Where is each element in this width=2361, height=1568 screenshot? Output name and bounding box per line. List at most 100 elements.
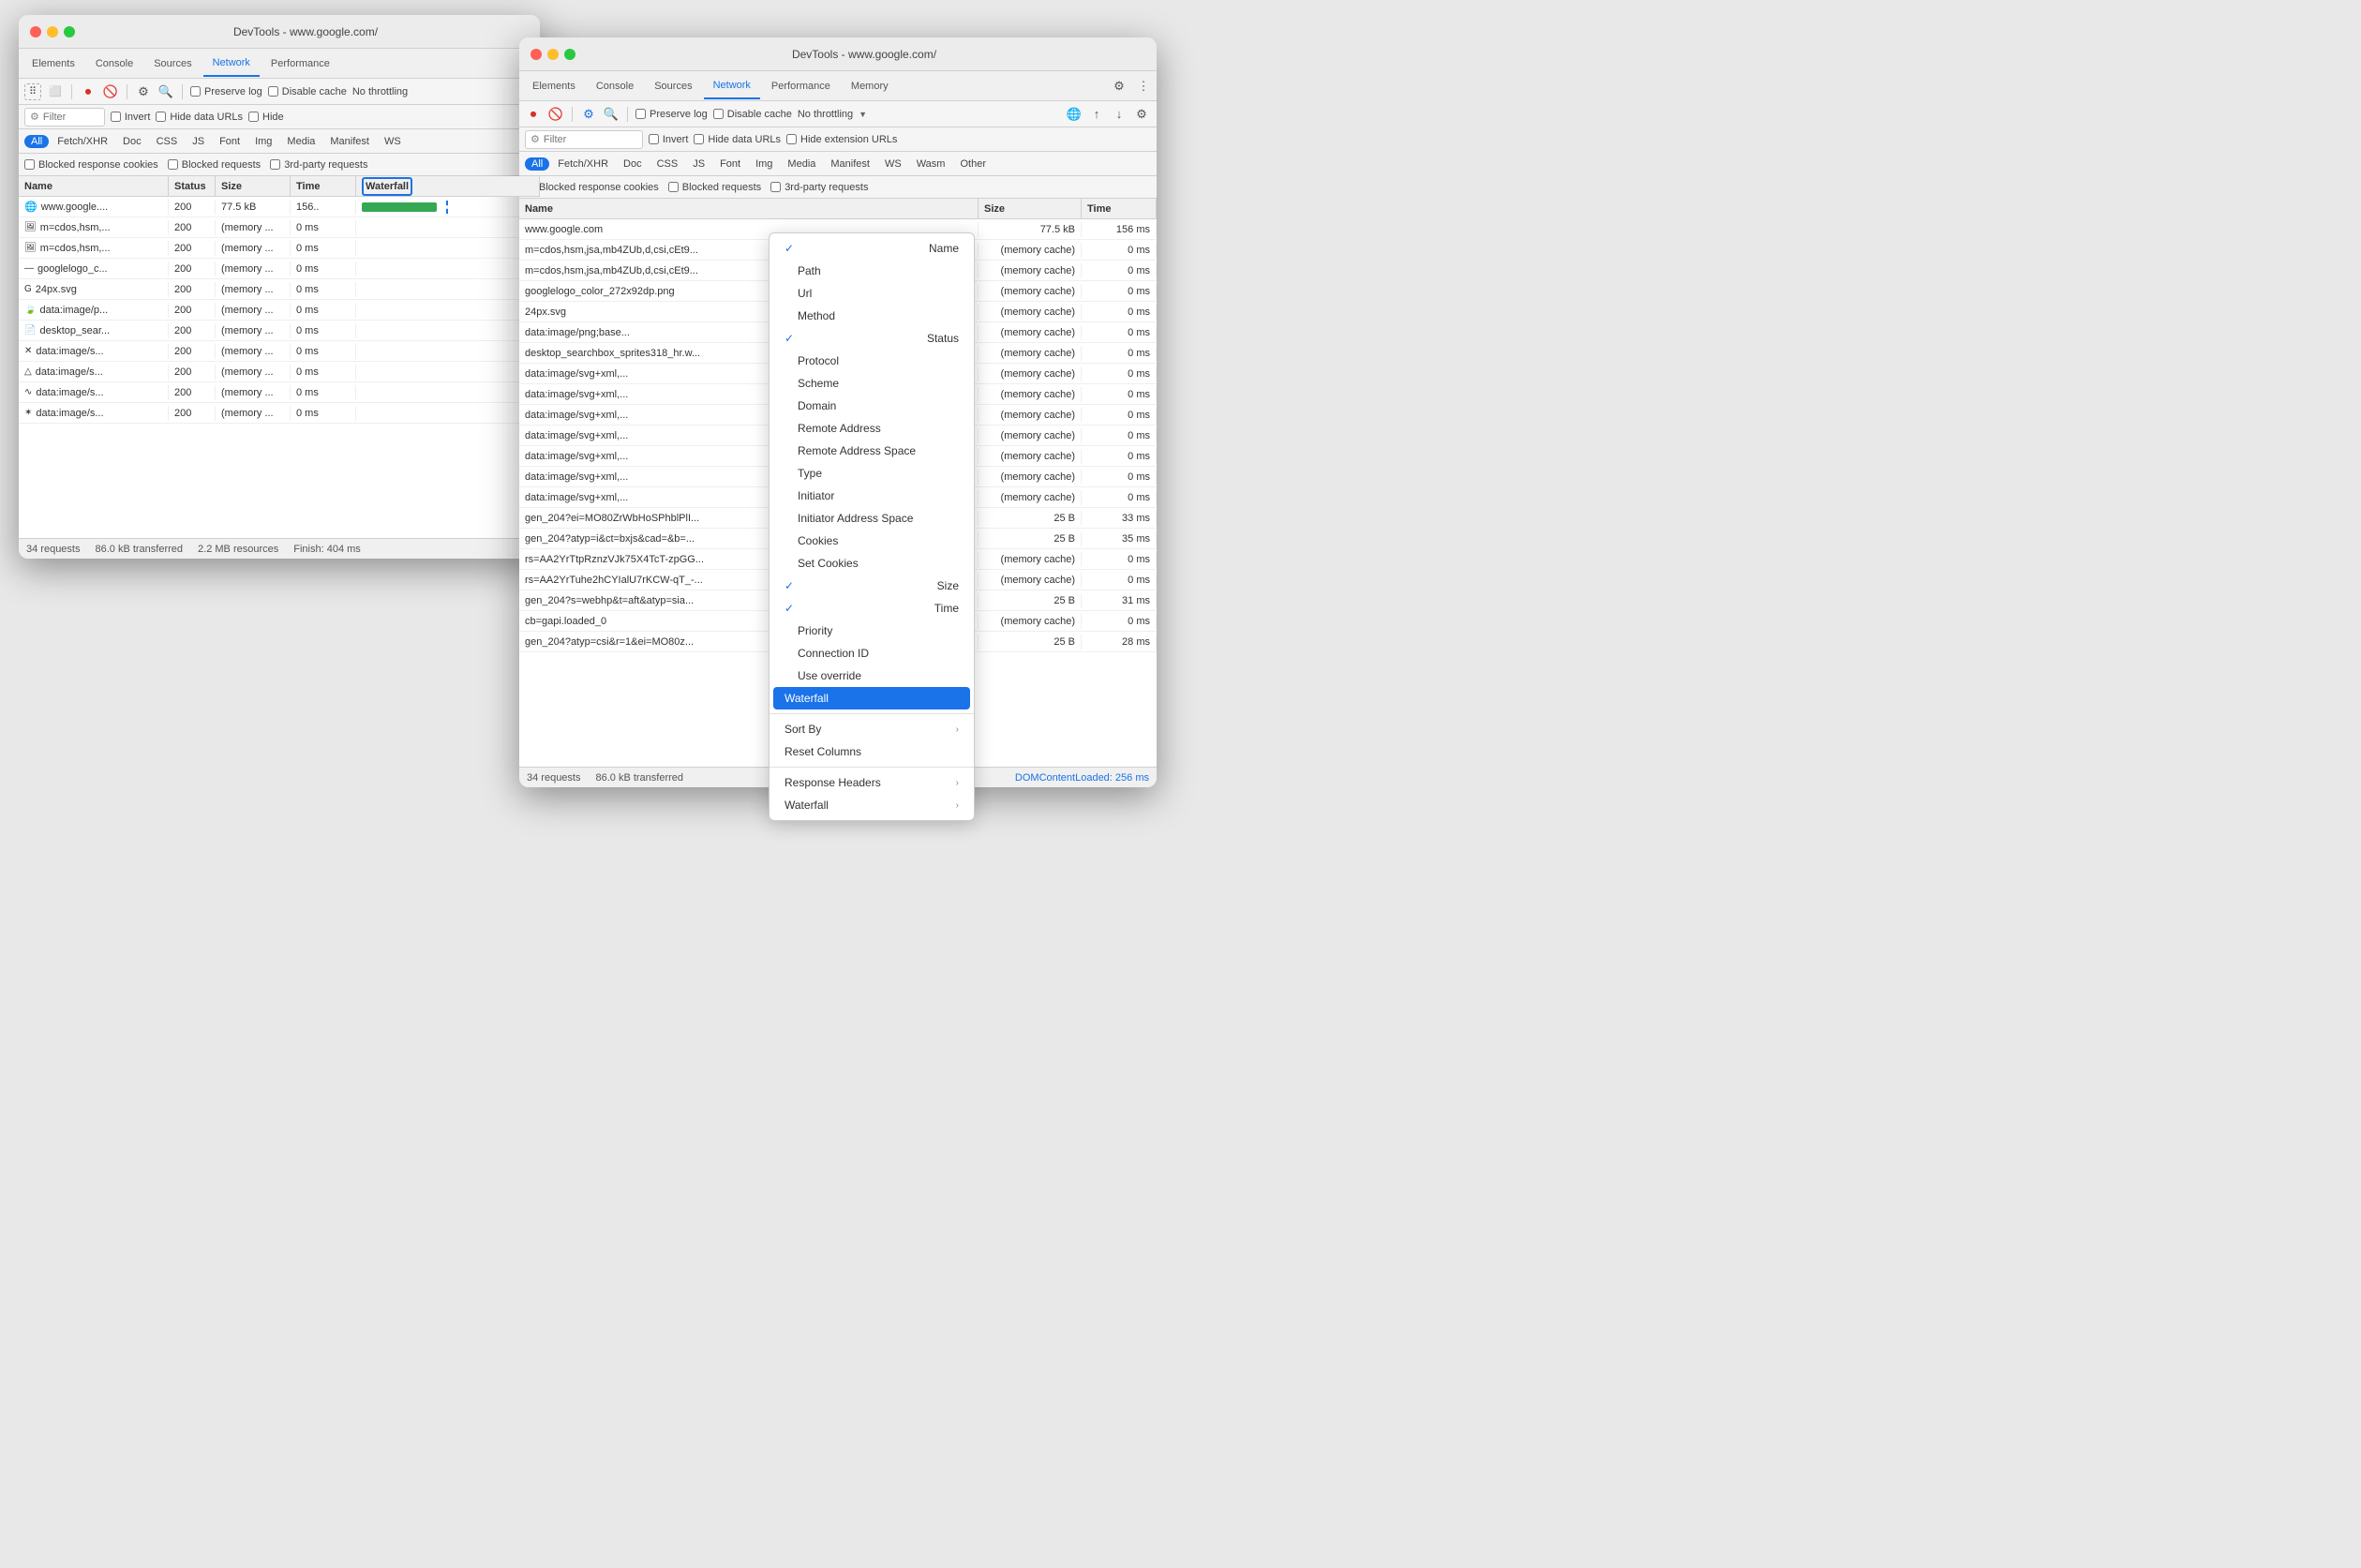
pill-fetch-2[interactable]: Fetch/XHR	[551, 157, 615, 171]
ctx-item-remote-address[interactable]: Remote Address	[770, 417, 974, 440]
pill-ws-1[interactable]: WS	[378, 135, 408, 148]
ctx-item-reset-columns[interactable]: Reset Columns	[770, 740, 974, 763]
hide-label-1[interactable]: Hide	[248, 112, 284, 123]
invert-checkbox-2[interactable]	[649, 134, 659, 144]
hide-data-urls-1[interactable]: Hide data URLs	[156, 112, 243, 123]
search-button-1[interactable]: 🔍	[157, 83, 174, 100]
disable-cache-label-1[interactable]: Disable cache	[268, 86, 347, 97]
clear-button-1[interactable]: 🚫	[102, 83, 119, 100]
clear-button-2[interactable]: 🚫	[547, 106, 564, 123]
table-row[interactable]: 🖼 m=cdos,hsm,... 200 (memory ... 0 ms	[19, 217, 540, 238]
ctx-item-remote-address-space[interactable]: Remote Address Space	[770, 440, 974, 462]
download-icon-2[interactable]: ↓	[1110, 105, 1128, 124]
ctx-item-scheme[interactable]: Scheme	[770, 372, 974, 395]
invert-label-2[interactable]: Invert	[649, 134, 689, 145]
pill-font-2[interactable]: Font	[713, 157, 747, 171]
table-row[interactable]: △ data:image/s... 200 (memory ... 0 ms	[19, 362, 540, 382]
tab-elements-2[interactable]: Elements	[523, 73, 585, 99]
ctx-item-time[interactable]: Time	[770, 597, 974, 620]
maximize-button-2[interactable]	[564, 49, 575, 60]
pill-manifest-1[interactable]: Manifest	[323, 135, 376, 148]
table-row[interactable]: 🌐 www.google.... 200 77.5 kB 156..	[19, 197, 540, 217]
tab-console-1[interactable]: Console	[86, 51, 142, 77]
table-row[interactable]: ∿ data:image/s... 200 (memory ... 0 ms	[19, 382, 540, 403]
table-row[interactable]: G 24px.svg 200 (memory ... 0 ms	[19, 279, 540, 300]
record-button-2[interactable]: ⏺	[525, 106, 542, 123]
gear-icon-2[interactable]: ⚙	[1110, 77, 1128, 96]
pill-img-2[interactable]: Img	[749, 157, 779, 171]
throttle-select-2[interactable]: No throttling	[798, 109, 853, 120]
pill-js-2[interactable]: JS	[686, 157, 711, 171]
ctx-item-sort-by[interactable]: Sort By ›	[770, 718, 974, 740]
blocked-requests-1[interactable]: Blocked requests	[168, 159, 261, 171]
ctx-item-initiator-space[interactable]: Initiator Address Space	[770, 507, 974, 530]
ctx-item-path[interactable]: Path	[770, 260, 974, 282]
filter-button-1[interactable]: ⚙	[135, 83, 152, 100]
tab-performance-2[interactable]: Performance	[762, 73, 840, 99]
upload-icon-2[interactable]: ↑	[1087, 105, 1106, 124]
throttle-select-1[interactable]: No throttling	[352, 86, 408, 97]
ctx-item-waterfall-sub[interactable]: Waterfall ›	[770, 794, 974, 816]
th-waterfall-1[interactable]: Waterfall	[356, 176, 540, 196]
hide-extension-checkbox-2[interactable]	[786, 134, 797, 144]
pill-all-1[interactable]: All	[24, 135, 49, 148]
filter-input-2[interactable]	[544, 134, 637, 145]
minimize-button-2[interactable]	[547, 49, 559, 60]
pill-wasm-2[interactable]: Wasm	[910, 157, 952, 171]
pill-doc-1[interactable]: Doc	[116, 135, 148, 148]
ctx-item-use-override[interactable]: Use override	[770, 665, 974, 687]
wifi-icon-2[interactable]: 🌐	[1065, 105, 1083, 124]
th-time-1[interactable]: Time	[291, 176, 356, 196]
ctx-item-domain[interactable]: Domain	[770, 395, 974, 417]
tab-sources-1[interactable]: Sources	[144, 51, 201, 77]
th-size-2[interactable]: Size	[979, 199, 1082, 218]
pill-doc-2[interactable]: Doc	[617, 157, 649, 171]
tab-performance-1[interactable]: Performance	[262, 51, 339, 77]
invert-label-1[interactable]: Invert	[111, 112, 151, 123]
pill-css-1[interactable]: CSS	[150, 135, 185, 148]
minimize-button-1[interactable]	[47, 26, 58, 37]
inspect-icon[interactable]: ⠿	[24, 83, 41, 100]
search-button-2[interactable]: 🔍	[603, 106, 620, 123]
preserve-log-label-2[interactable]: Preserve log	[635, 109, 708, 120]
pill-css-2[interactable]: CSS	[650, 157, 685, 171]
ctx-item-priority[interactable]: Priority	[770, 620, 974, 642]
table-row[interactable]: ✶ data:image/s... 200 (memory ... 0 ms	[19, 403, 540, 424]
ctx-item-url[interactable]: Url	[770, 282, 974, 305]
hide-data-urls-checkbox-2[interactable]	[694, 134, 704, 144]
hide-extension-2[interactable]: Hide extension URLs	[786, 134, 897, 145]
ctx-item-method[interactable]: Method	[770, 305, 974, 327]
disable-cache-label-2[interactable]: Disable cache	[713, 109, 792, 120]
pill-manifest-2[interactable]: Manifest	[824, 157, 876, 171]
th-status-1[interactable]: Status	[169, 176, 216, 196]
record-button-1[interactable]: ⏺	[80, 83, 97, 100]
disable-cache-checkbox-1[interactable]	[268, 86, 278, 97]
blocked-cookies-1[interactable]: Blocked response cookies	[24, 159, 158, 171]
ctx-item-connection-id[interactable]: Connection ID	[770, 642, 974, 665]
th-name-1[interactable]: Name	[19, 176, 169, 196]
preserve-log-checkbox-2[interactable]	[635, 109, 646, 119]
pill-other-2[interactable]: Other	[953, 157, 993, 171]
blocked-requests-2[interactable]: Blocked requests	[668, 182, 761, 193]
tab-network-1[interactable]: Network	[203, 51, 260, 77]
close-button-2[interactable]	[530, 49, 542, 60]
pill-media-1[interactable]: Media	[280, 135, 321, 148]
ctx-item-type[interactable]: Type	[770, 462, 974, 485]
table-row[interactable]: ✕ data:image/s... 200 (memory ... 0 ms	[19, 341, 540, 362]
preserve-log-checkbox-1[interactable]	[190, 86, 201, 97]
table-row[interactable]: 🍃 data:image/p... 200 (memory ... 0 ms	[19, 300, 540, 321]
filter-button-2[interactable]: ⚙	[580, 106, 597, 123]
ctx-item-response-headers[interactable]: Response Headers ›	[770, 771, 974, 794]
table-row[interactable]: 📄 desktop_sear... 200 (memory ... 0 ms	[19, 321, 540, 341]
tab-console-2[interactable]: Console	[587, 73, 643, 99]
ctx-item-cookies[interactable]: Cookies	[770, 530, 974, 552]
disable-cache-checkbox-2[interactable]	[713, 109, 724, 119]
tab-sources-2[interactable]: Sources	[645, 73, 701, 99]
ctx-item-status[interactable]: Status	[770, 327, 974, 350]
more-icon-2[interactable]: ⋮	[1134, 77, 1153, 96]
hide-checkbox-1[interactable]	[248, 112, 259, 122]
ctx-item-initiator[interactable]: Initiator	[770, 485, 974, 507]
th-time-2[interactable]: Time	[1082, 199, 1157, 218]
th-name-2[interactable]: Name	[519, 199, 979, 218]
ctx-item-set-cookies[interactable]: Set Cookies	[770, 552, 974, 575]
